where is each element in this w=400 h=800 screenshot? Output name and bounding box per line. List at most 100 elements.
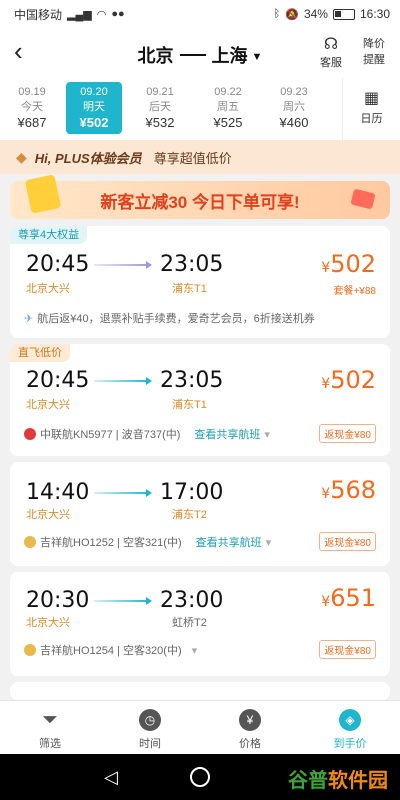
final-price-button[interactable]: ◈ 到手价 [300,701,400,754]
date-selector: 09.19 今天 ¥687 09.20 明天 ¥502 09.21 后天 ¥53… [0,78,400,140]
chat-icon: ●● [111,8,125,20]
date-label: 09.22 [214,86,242,98]
flight-card[interactable]: 直飞低价 20:45 23:05 北京大兴 浦东T1 ¥502 中联航KN597… [10,344,390,456]
airline-text: 吉祥航HO1254 | 空客320(中) [40,645,182,657]
arrival-airport: 浦东T1 [172,399,207,411]
date-tab-0920[interactable]: 09.20 明天 ¥502 [66,82,122,134]
date-price: ¥532 [145,115,175,130]
cashback-badge: 返现金¥80 [319,424,376,443]
day-label: 周六 [283,101,305,113]
sort-by-price-button[interactable]: ¥ 价格 [200,701,300,754]
chevron-down-icon: ▾ [264,428,270,441]
date-price: ¥687 [17,115,47,130]
day-label: 明天 [83,101,105,113]
flight-card[interactable]: 尊享4大权益 20:45 23:05 北京大兴 浦东T1 ¥502 套餐+¥88… [10,226,390,338]
date-tab-0923[interactable]: 09.23 周六 ¥460 [266,82,322,134]
sort-by-time-button[interactable]: ◷ 时间 [100,701,200,754]
shared-flights-link[interactable]: 查看共享航班 [196,534,262,550]
date-price: ¥502 [79,115,109,130]
departure-airport: 北京大兴 [26,509,70,521]
flight-card[interactable]: 14:40 17:00 北京大兴 浦东T2 ¥568 吉祥航HO1252 | 空… [10,462,390,566]
flight-path-arrow-icon [94,377,152,385]
shared-flights-link[interactable]: 查看共享航班 [194,426,260,442]
airline-info: 吉祥航HO1254 | 空客320(中) ▾ [24,642,197,658]
price-value: 502 [330,250,376,278]
flight-price: ¥502 [321,366,376,394]
destination-city: 上海 [211,46,248,66]
departure-time: 20:45 [26,368,90,393]
watermark-part-2: 软件园 [328,770,388,792]
customer-service-label: 客服 [320,57,342,69]
calendar-button[interactable]: ▦ 日历 [342,78,400,140]
flight-tag: 尊享4大权益 [10,226,88,244]
arrival-time: 23:00 [160,588,224,613]
battery-icon [332,8,355,20]
date-label: 09.20 [80,86,108,98]
funnel-icon: ⏷ [42,709,58,731]
plus-subtitle: 尊享超值低价 [153,150,232,166]
calendar-icon: ▦ [363,90,380,107]
arrival-time: 17:00 [160,480,224,505]
flight-path-arrow-icon [94,489,152,497]
flight-price: ¥568 [321,476,376,504]
gift-coupon-icon [24,174,62,214]
flight-card-partial[interactable] [10,682,390,700]
airline-info: 吉祥航HO1252 | 空客321(中) 查看共享航班 ▾ [24,534,271,550]
benefits-line: ✈ 航后返¥40，退票补贴手续费，爱奇艺会员，6折接送机券 [24,310,315,326]
plus-title: Hi, PLUS体验会员 [34,150,142,166]
carrier-name: 中国移动 [14,7,63,22]
cashback-badge: 返现金¥80 [319,640,376,659]
date-tab-0922[interactable]: 09.22 周五 ¥525 [200,82,256,134]
date-price: ¥525 [213,115,243,130]
chevron-down-icon: ▾ [191,644,198,657]
system-navigation-bar: ◁ 谷普软件园 [0,754,400,800]
departure-time: 20:45 [26,252,90,277]
bluetooth-icon: ᛒ [273,8,281,20]
price-alert-label-1: 降价 [363,38,385,50]
headset-icon: ☊ [323,36,339,53]
back-arrow-icon[interactable]: ‹ [14,38,38,66]
departure-time: 14:40 [26,480,90,505]
china-united-logo-icon [24,428,36,440]
juneyao-logo-icon [24,644,36,656]
route-arrow-icon [179,46,206,56]
red-envelope-icon [350,188,376,210]
arrival-airport: 浦东T2 [172,509,207,521]
date-tab-0921[interactable]: 09.21 后天 ¥532 [132,82,188,134]
flight-price: ¥502 [321,250,376,278]
final-price-label: 到手价 [333,738,367,750]
flight-card[interactable]: 20:30 23:00 北京大兴 虹桥T2 ¥651 吉祥航HO1254 | 空… [10,572,390,676]
date-price: ¥460 [279,115,309,130]
airline-info: 中联航KN5977 | 波音737(中) 查看共享航班 ▾ [24,426,270,442]
signal-icon: ▂▄▆ [67,8,92,21]
date-tab-0919[interactable]: 09.19 今天 ¥687 [4,82,60,134]
price-alert-button[interactable]: 降价 提醒 [358,36,390,68]
cashback-badge: 返现金¥80 [319,532,376,551]
wifi-icon: ◠ [96,8,107,21]
system-home-icon[interactable] [190,767,210,787]
system-back-icon[interactable]: ◁ [104,766,118,788]
package-price: 套餐+¥88 [333,286,376,297]
filter-button[interactable]: ⏷ 筛选 [0,701,100,754]
departure-airport: 北京大兴 [26,617,70,629]
arrival-airport: 浦东T1 [172,283,207,295]
price-alert-label-2: 提醒 [363,54,385,66]
new-customer-promo-banner[interactable]: 新客立减30 今日下单可享! [10,174,390,219]
watermark-part-1: 谷普 [288,770,328,792]
promo-text: 新客立减30 今日下单可享! [100,192,300,212]
benefits-text: 航后返¥40，退票补贴手续费，爱奇艺会员，6折接送机券 [37,313,315,325]
time-label: 时间 [139,738,161,750]
airline-text: 吉祥航HO1252 | 空客321(中) [40,537,182,549]
date-label: 09.19 [18,86,46,98]
customer-service-button[interactable]: ☊ 客服 [316,34,346,70]
status-bar: 中国移动 ▂▄▆ ◠ ●● ᛒ 🔕 34% 16:30 [0,0,400,28]
calendar-label: 日历 [360,113,383,125]
yen-icon: ¥ [239,709,261,731]
day-label: 后天 [149,101,171,113]
arrival-time: 23:05 [160,368,224,393]
departure-airport: 北京大兴 [26,283,70,295]
plus-member-banner[interactable]: ◆ Hi, PLUS体验会员 尊享超值低价 [0,140,400,174]
flight-path-arrow-icon [94,597,152,605]
watermark-logo: 谷普软件园 [288,764,388,793]
flight-tag: 直飞低价 [10,344,70,362]
